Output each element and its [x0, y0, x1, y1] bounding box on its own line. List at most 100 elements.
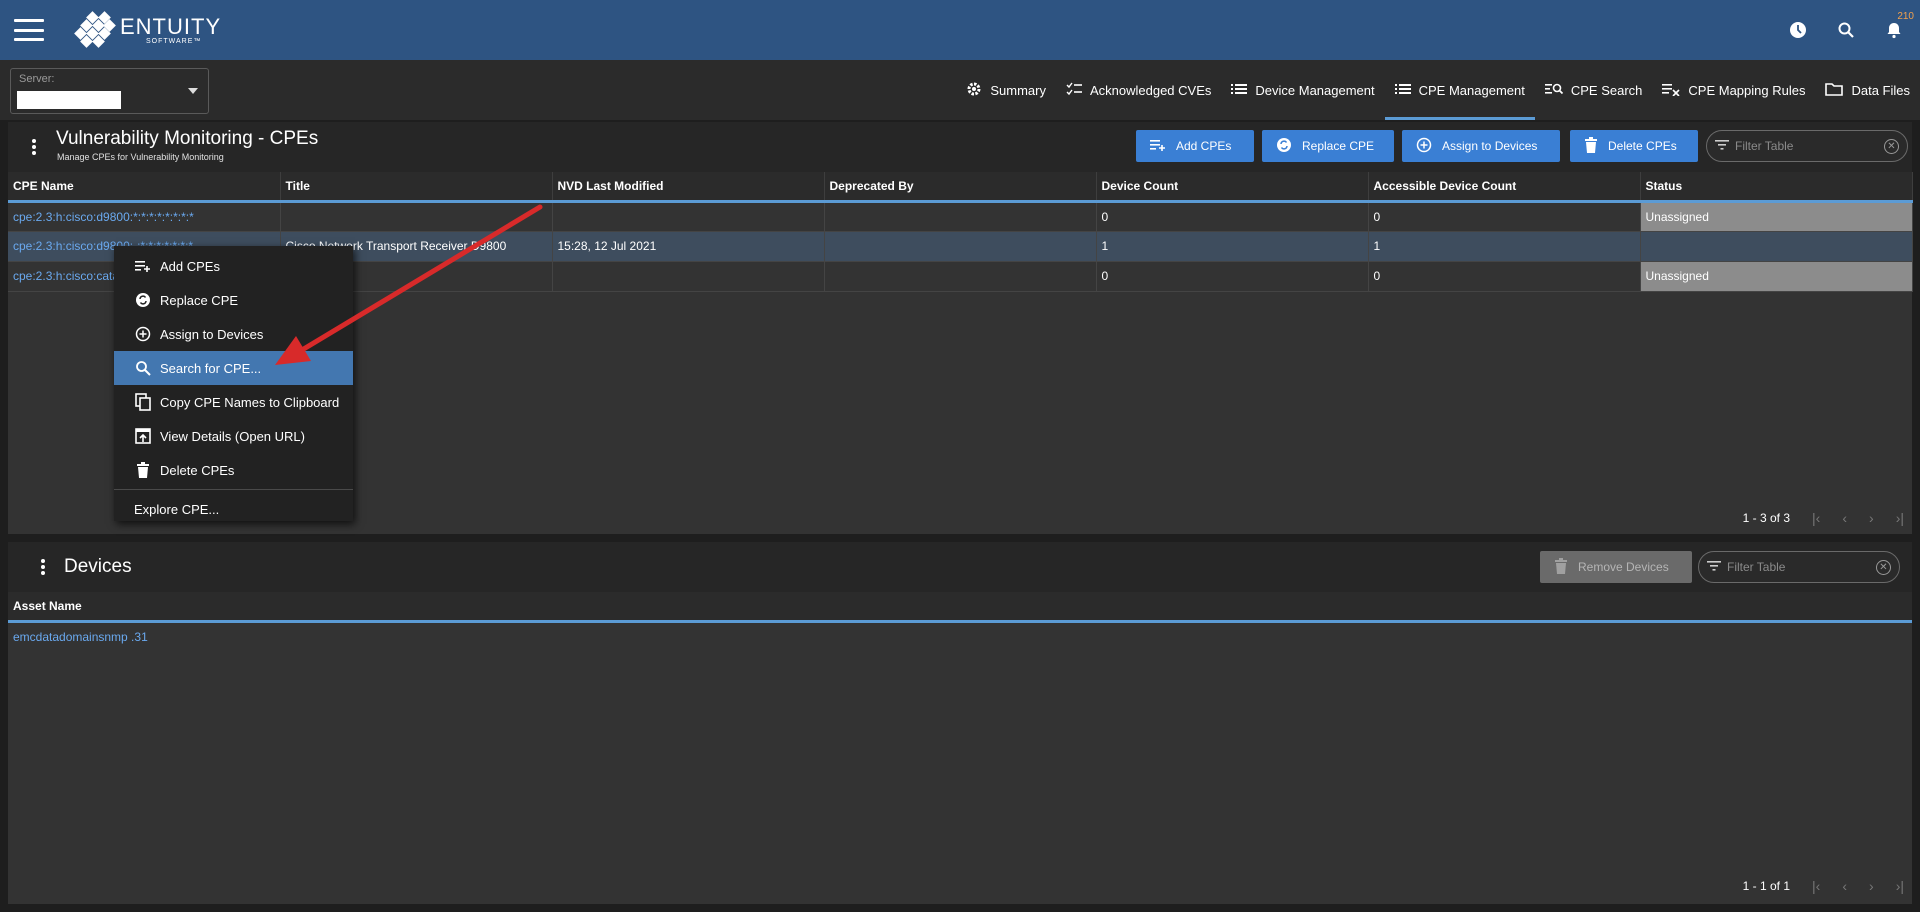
copy-icon	[134, 393, 152, 411]
menu-item-explore-cpe[interactable]: Explore CPE...	[114, 492, 353, 526]
accessible-count-cell: 0	[1368, 261, 1641, 292]
menu-item-delete-cpes[interactable]: Delete CPEs	[114, 453, 353, 487]
more-vert-icon[interactable]	[41, 559, 45, 575]
menu-item-replace-cpe[interactable]: Replace CPE	[114, 283, 353, 317]
trash-icon	[1584, 136, 1598, 156]
notification-badge: 210	[1897, 11, 1914, 22]
tab-cpe-mapping-rules[interactable]: CPE Mapping Rules	[1652, 60, 1815, 120]
cpe-panel-header: Vulnerability Monitoring - CPEs Manage C…	[8, 122, 1912, 172]
brand-sub: SOFTWARE™	[146, 37, 202, 45]
clear-filter-icon[interactable]: ✕	[1884, 139, 1899, 154]
tab-cpe-search[interactable]: CPE Search	[1535, 60, 1653, 120]
next-page-icon[interactable]: ›	[1869, 510, 1874, 526]
menu-divider	[114, 489, 353, 490]
brand-name: ENTUITY	[120, 13, 222, 39]
menu-item-label: Delete CPEs	[160, 462, 235, 478]
add-circle-icon	[134, 325, 152, 343]
filter-icon	[1715, 139, 1729, 154]
devices-title: Devices	[64, 556, 132, 577]
tab-cpe-management[interactable]: CPE Management	[1384, 60, 1536, 120]
devices-table: Asset Name emcdatadomainsnmp .31	[8, 592, 1912, 651]
more-vert-icon[interactable]	[32, 139, 36, 155]
menu-item-label: Explore CPE...	[134, 501, 220, 517]
folder-icon	[1825, 82, 1844, 99]
devices-filter-input[interactable]: Filter Table ✕	[1698, 551, 1900, 583]
table-row[interactable]: emcdatadomainsnmp .31	[8, 621, 1912, 651]
title-cell	[280, 201, 553, 232]
col-device-count[interactable]: Device Count	[1096, 172, 1369, 203]
page-subtitle: Manage CPEs for Vulnerability Monitoring	[57, 152, 224, 162]
timezone-icon[interactable]	[1788, 20, 1808, 40]
menu-item-label: Replace CPE	[160, 292, 239, 308]
prev-page-icon[interactable]: ‹	[1842, 878, 1847, 894]
tab-summary[interactable]: Summary	[956, 60, 1056, 120]
last-page-icon[interactable]: ›|	[1896, 510, 1904, 526]
replace-icon	[134, 291, 152, 309]
deprecated-cell	[824, 231, 1097, 262]
modified-cell	[552, 261, 825, 292]
col-status[interactable]: Status	[1640, 172, 1913, 203]
playlist-add-icon	[1150, 139, 1166, 154]
server-select[interactable]: Server:	[10, 68, 209, 114]
first-page-icon[interactable]: |‹	[1812, 878, 1820, 894]
delete-cpes-button[interactable]: Delete CPEs	[1570, 130, 1698, 162]
col-nvd-last-modified[interactable]: NVD Last Modified	[552, 172, 825, 203]
replace-cpe-button[interactable]: Replace CPE	[1262, 130, 1394, 162]
delete-cpes-label: Delete CPEs	[1608, 139, 1677, 153]
col-accessible-device-count[interactable]: Accessible Device Count	[1368, 172, 1641, 203]
notifications-bell-icon[interactable]: 210	[1884, 11, 1914, 40]
search-icon[interactable]	[1836, 20, 1856, 40]
context-menu: Add CPEs Replace CPE Assign to Devices S…	[114, 246, 353, 521]
deprecated-cell	[824, 201, 1097, 232]
prev-page-icon[interactable]: ‹	[1842, 510, 1847, 526]
tab-label: CPE Search	[1570, 82, 1643, 98]
tab-device-management[interactable]: Device Management	[1221, 60, 1384, 120]
menu-item-add-cpes[interactable]: Add CPEs	[114, 249, 353, 283]
tab-label: Summary	[990, 82, 1046, 98]
caret-down-icon	[188, 88, 198, 94]
status-cell	[1640, 231, 1913, 262]
col-title[interactable]: Title	[280, 172, 553, 203]
accessible-count-cell: 0	[1368, 201, 1641, 232]
pager-range: 1 - 1 of 1	[1742, 879, 1791, 893]
status-cell: Unassigned	[1640, 201, 1913, 232]
cpe-link[interactable]: cpe:2.3:h:cisco:d9800:*:*:*:*:*:*:*:*	[13, 210, 194, 224]
assign-to-devices-button[interactable]: Assign to Devices	[1402, 130, 1560, 162]
col-cpe-name[interactable]: CPE Name	[8, 172, 281, 203]
table-row[interactable]: cpe:2.3:h:cisco:d9800:*:*:*:*:*:*:*:* 0 …	[8, 201, 1913, 232]
cpe-filter-input[interactable]: Filter Table ✕	[1706, 130, 1908, 162]
modified-cell: 15:28, 12 Jul 2021	[552, 231, 825, 262]
tab-acknowledged-cves[interactable]: Acknowledged CVEs	[1056, 60, 1221, 120]
modified-cell	[552, 201, 825, 232]
assign-to-devices-label: Assign to Devices	[1442, 139, 1538, 153]
trash-icon	[134, 461, 152, 479]
server-value	[17, 91, 121, 109]
add-cpes-label: Add CPEs	[1176, 139, 1232, 153]
menu-item-search-for-cpe[interactable]: Search for CPE...	[114, 351, 353, 385]
col-deprecated-by[interactable]: Deprecated By	[824, 172, 1097, 203]
table-header-row: CPE Name Title NVD Last Modified Depreca…	[8, 172, 1913, 203]
accessible-count-cell: 1	[1368, 231, 1641, 262]
filter-icon	[1707, 560, 1721, 575]
menu-item-view-details[interactable]: View Details (Open URL)	[114, 419, 353, 453]
menu-item-assign-to-devices[interactable]: Assign to Devices	[114, 317, 353, 351]
menu-icon[interactable]	[14, 19, 44, 41]
tab-data-files[interactable]: Data Files	[1815, 60, 1920, 120]
cpe-name-cell[interactable]: cpe:2.3:h:cisco:d9800:*:*:*:*:*:*:*:*	[8, 201, 281, 232]
add-cpes-button[interactable]: Add CPEs	[1136, 130, 1254, 162]
menu-item-copy-cpe-names[interactable]: Copy CPE Names to Clipboard	[114, 385, 353, 419]
remove-devices-button[interactable]: Remove Devices	[1540, 551, 1692, 583]
devices-panel-header: Devices Remove Devices Filter Table ✕	[8, 542, 1912, 592]
device-count-cell: 1	[1096, 231, 1369, 262]
tab-label: CPE Mapping Rules	[1688, 82, 1806, 98]
asset-name-cell[interactable]: emcdatadomainsnmp .31	[8, 621, 1912, 651]
col-asset-name[interactable]: Asset Name	[8, 592, 1912, 623]
clear-filter-icon[interactable]: ✕	[1876, 560, 1891, 575]
playlist-add-icon	[134, 257, 152, 275]
next-page-icon[interactable]: ›	[1869, 878, 1874, 894]
last-page-icon[interactable]: ›|	[1896, 878, 1904, 894]
first-page-icon[interactable]: |‹	[1812, 510, 1820, 526]
asset-link[interactable]: emcdatadomainsnmp .31	[13, 630, 148, 644]
device-count-cell: 0	[1096, 261, 1369, 292]
add-circle-icon	[1416, 137, 1432, 156]
